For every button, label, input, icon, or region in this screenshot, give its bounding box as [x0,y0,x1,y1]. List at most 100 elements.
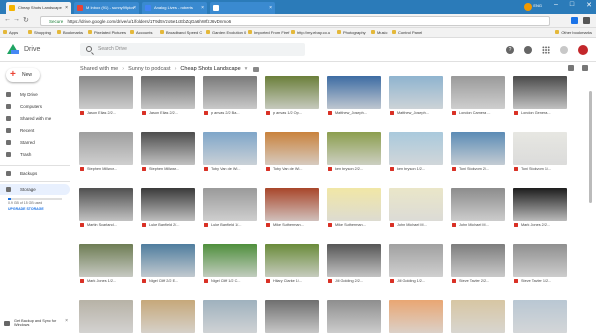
bookmark-item[interactable]: Imported From Firef [248,30,289,35]
close-icon[interactable]: × [65,318,68,324]
breadcrumb-item-current[interactable]: Cheap Shots Landscape [180,66,240,72]
file-tile[interactable]: Steve Tavler 2/2... [451,244,505,285]
file-thumbnail[interactable] [265,132,319,165]
file-thumbnail[interactable] [141,188,195,221]
file-tile[interactable]: p anvas 2/2 Ba... [203,76,257,117]
settings-gear-icon[interactable] [524,46,532,54]
file-tile[interactable]: Toni Stokvom 2/... [451,132,505,173]
file-thumbnail[interactable] [513,188,567,221]
file-thumbnail[interactable] [141,132,195,165]
file-thumbnail[interactable] [451,244,505,277]
file-thumbnail[interactable] [265,76,319,109]
breadcrumb-item-folder[interactable]: Sunny to podcast [128,66,171,72]
extension-icon[interactable] [571,17,578,24]
sidebar-item-shared-with-me[interactable]: Shared with me [0,113,70,124]
tab-close-icon[interactable]: × [133,2,136,14]
browser-tab[interactable]: Analog Lives - roberts × [142,2,207,14]
file-tile[interactable]: London Genera... [513,76,567,117]
info-icon[interactable] [582,65,588,71]
file-tile[interactable]: Matthew_Joseph... [389,76,443,117]
file-caption[interactable]: Luke Banfield 1/... [203,221,257,229]
file-thumbnail[interactable] [513,300,567,333]
file-caption[interactable]: Martin Scarland... [79,221,133,229]
file-thumbnail[interactable] [451,76,505,109]
bookmark-item[interactable]: Photography [337,30,366,35]
file-thumbnail[interactable] [203,132,257,165]
file-thumbnail[interactable] [389,76,443,109]
file-caption[interactable]: Steve Tavler 1/2... [513,277,567,285]
file-tile[interactable]: John Michael M... [389,188,443,229]
bookmark-item[interactable]: Accounts [130,30,152,35]
bookmark-item[interactable]: Music [371,30,387,35]
file-caption[interactable]: John Michael M... [389,221,443,229]
file-tile[interactable]: Luke Banfield 2/... [141,188,195,229]
help-icon[interactable]: ? [506,46,514,54]
file-tile[interactable]: Jill Golding 1/2... [389,244,443,285]
file-thumbnail[interactable] [141,300,195,333]
tab-close-icon[interactable]: × [201,2,204,14]
drive-title[interactable]: Drive [24,46,40,53]
file-thumbnail[interactable] [389,132,443,165]
file-tile[interactable]: John Michael M... [451,188,505,229]
file-tile[interactable]: Nigel Cliff 2/2 E... [141,244,195,285]
sidebar-item-storage[interactable]: Storage [0,184,70,195]
file-thumbnail[interactable] [79,188,133,221]
file-thumbnail[interactable] [327,244,381,277]
tab-close-icon[interactable]: × [65,2,68,14]
notifications-icon[interactable] [560,46,568,54]
file-tile[interactable]: Luke Banfield 1/... [203,188,257,229]
shared-folder-icon[interactable] [253,66,260,72]
bookmark-item[interactable]: Shopping [28,30,51,35]
file-tile[interactable]: London Camera ... [451,76,505,117]
file-tile[interactable]: Stephen Millwor... [79,132,133,173]
file-tile[interactable] [451,300,505,333]
search-icon[interactable] [86,46,92,52]
file-tile[interactable]: Martin Scarland... [79,188,133,229]
bookmark-item[interactable]: Control Panel [392,30,422,35]
file-tile[interactable]: Mark Jones 1/2... [79,244,133,285]
file-tile[interactable] [203,300,257,333]
file-tile[interactable] [389,300,443,333]
file-thumbnail[interactable] [389,300,443,333]
file-tile[interactable]: ken bryson 2/2... [327,132,381,173]
sidebar-item-my-drive[interactable]: My Drive [0,89,70,100]
file-tile[interactable] [141,300,195,333]
file-tile[interactable] [327,300,381,333]
file-caption[interactable]: Matthew_Joseph... [327,109,381,117]
bookmark-item[interactable]: Bookmarks [57,30,83,35]
file-caption[interactable]: John Michael M... [451,221,505,229]
browser-tab[interactable]: Cheap Shots Landscape × [6,2,71,14]
tab-close-icon[interactable]: × [269,2,272,14]
file-tile[interactable]: Stephen Millwar... [141,132,195,173]
file-thumbnail[interactable] [203,300,257,333]
file-tile[interactable] [265,300,319,333]
account-avatar[interactable] [578,45,588,55]
file-thumbnail[interactable] [327,76,381,109]
file-tile[interactable]: Mike Sutherman... [327,188,381,229]
file-tile[interactable]: Hilary Clarke 1/... [265,244,319,285]
file-thumbnail[interactable] [79,244,133,277]
file-thumbnail[interactable] [451,132,505,165]
file-tile[interactable]: Jason Elias 2/2... [141,76,195,117]
file-caption[interactable]: Stephen Millwor... [79,165,133,173]
file-caption[interactable]: Mike Sutherman... [327,221,381,229]
chevron-down-icon[interactable]: ▾ [245,66,248,72]
file-caption[interactable]: p anvas 1/2 Op... [265,109,319,117]
file-thumbnail[interactable] [203,244,257,277]
file-thumbnail[interactable] [327,300,381,333]
file-tile[interactable] [79,300,133,333]
file-caption[interactable]: London Camera ... [451,109,505,117]
new-button[interactable]: + New [6,68,40,82]
file-thumbnail[interactable] [451,188,505,221]
file-tile[interactable]: Toby Van de Wi... [203,132,257,173]
back-icon[interactable]: ← [4,16,11,23]
url-input[interactable]: Secure https://drive.google.com/drive/u/… [40,16,550,26]
file-tile[interactable]: Jason Elias 2/2... [79,76,133,117]
file-thumbnail[interactable] [265,244,319,277]
file-thumbnail[interactable] [265,188,319,221]
file-thumbnail[interactable] [141,244,195,277]
file-thumbnail[interactable] [327,188,381,221]
file-caption[interactable]: Matthew_Joseph... [389,109,443,117]
file-thumbnail[interactable] [141,76,195,109]
file-tile[interactable]: Toni Stokvom 1/... [513,132,567,173]
